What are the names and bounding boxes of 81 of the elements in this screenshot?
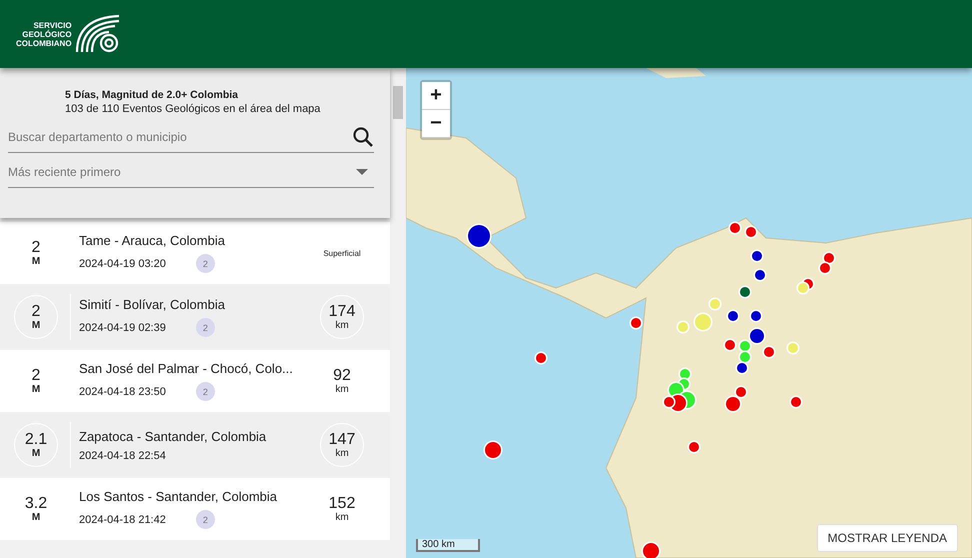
earthquake-marker[interactable] (740, 352, 750, 362)
count-badge: 2 (196, 382, 215, 401)
sort-dropdown[interactable]: Más reciente primero (8, 157, 374, 188)
zoom-out-button[interactable]: − (422, 110, 450, 138)
depth-value: 92 (333, 367, 351, 384)
magnitude-value: 2.1 (24, 431, 48, 448)
depth-unit: km (335, 512, 349, 523)
event-datetime: 2024-04-19 02:39 (79, 322, 166, 334)
magnitude-value: 2 (32, 367, 40, 384)
depth-value: 152 (328, 495, 356, 512)
earthquake-marker[interactable] (643, 543, 659, 558)
show-legend-button[interactable]: MOSTRAR LEYENDA (816, 524, 958, 552)
earthquake-marker[interactable] (680, 369, 690, 379)
earthquake-marker[interactable] (536, 353, 546, 363)
zoom-in-button[interactable]: + (422, 82, 450, 110)
earthquake-marker[interactable] (824, 253, 834, 263)
earthquake-marker[interactable] (740, 341, 750, 351)
earthquake-marker[interactable] (485, 442, 501, 458)
magnitude-unit: M (32, 512, 40, 523)
event-datetime: 2024-04-19 03:20 (79, 258, 166, 270)
earthquake-marker[interactable] (755, 270, 765, 280)
earthquake-marker[interactable] (468, 225, 490, 247)
earthquake-marker[interactable] (791, 397, 801, 407)
event-datetime: 2024-04-18 21:42 (79, 514, 166, 526)
earthquake-marker[interactable] (710, 299, 720, 309)
event-row[interactable]: 3.2 M Los Santos - Santander, Colombia 2024-04-18 21:42 2 152 km (0, 478, 390, 540)
earthquake-marker[interactable] (746, 227, 756, 237)
search-icon[interactable] (352, 126, 374, 148)
earthquake-marker[interactable] (764, 347, 774, 357)
event-row[interactable]: 2 M San José del Palmar - Chocó, Colo... 2024-04-18 23:50 2 92 km (0, 350, 390, 412)
earthquake-marker[interactable] (726, 397, 740, 411)
magnitude-value: 2 (32, 239, 40, 256)
depth-unit: km (335, 448, 349, 459)
earthquake-marker[interactable] (631, 318, 641, 328)
earthquake-marker[interactable] (689, 442, 699, 452)
scale-bar: 300 km (416, 539, 480, 552)
magnitude-unit: M (32, 384, 40, 395)
depth-unit: km (335, 320, 349, 331)
earthquake-marker[interactable] (664, 397, 674, 407)
event-location: San José del Palmar - Chocó, Colo... (79, 361, 294, 376)
count-badge: 2 (196, 254, 215, 273)
earthquake-marker[interactable] (752, 251, 762, 261)
earthquake-marker[interactable] (820, 263, 830, 273)
magnitude-unit: M (32, 256, 40, 267)
logo-text: SERVICIO (33, 20, 72, 30)
earthquake-marker[interactable] (730, 223, 740, 233)
logo-text: COLOMBIANO (16, 38, 72, 48)
earthquake-marker[interactable] (750, 329, 764, 343)
earthquake-marker[interactable] (728, 311, 738, 321)
earthquake-marker[interactable] (798, 283, 808, 293)
magnitude-unit: M (32, 320, 40, 331)
event-location: Tame - Arauca, Colombia (79, 233, 226, 248)
search-field[interactable]: Buscar departamento o municipio (8, 130, 352, 144)
earthquake-marker[interactable] (751, 311, 761, 321)
event-datetime: 2024-04-18 22:54 (79, 450, 166, 462)
summary-title: 5 Días, Magnitud de 2.0+ Colombia (65, 88, 239, 102)
logo-text: GEOLÓGICO (22, 30, 72, 38)
earthquake-marker[interactable] (695, 314, 711, 330)
earthquake-marker[interactable] (736, 387, 746, 397)
event-row[interactable]: 2 M Tame - Arauca, Colombia 2024-04-19 03:20 2 Superficial (0, 222, 390, 284)
earthquake-marker[interactable] (737, 363, 747, 373)
magnitude-unit: M (32, 448, 40, 459)
depth-label: Superficial (323, 248, 361, 258)
depth-value: 147 (328, 431, 356, 448)
count-badge: 2 (196, 318, 215, 337)
dropdown-caret-icon (356, 169, 368, 175)
earthquake-marker[interactable] (740, 287, 750, 297)
depth-value: 174 (328, 303, 356, 320)
earthquake-marker[interactable] (788, 343, 798, 353)
event-datetime: 2024-04-18 23:50 (79, 386, 166, 398)
magnitude-value: 3.2 (24, 495, 48, 512)
event-location: Los Santos - Santander, Colombia (79, 489, 278, 504)
map-background[interactable]: + − 300 km MOSTRAR LEYENDA (406, 68, 972, 558)
depth-unit: km (335, 384, 349, 395)
earthquake-marker[interactable] (678, 322, 688, 332)
magnitude-value: 2 (32, 303, 40, 320)
summary-count: 103 de 110 Eventos Geológicos en el área del mapa (65, 102, 322, 116)
earthquake-marker[interactable] (725, 340, 735, 350)
count-badge: 2 (196, 510, 215, 529)
event-location: Zapatoca - Santander, Colombia (79, 428, 268, 444)
event-location: Simití - Bolívar, Colombia (79, 297, 226, 312)
